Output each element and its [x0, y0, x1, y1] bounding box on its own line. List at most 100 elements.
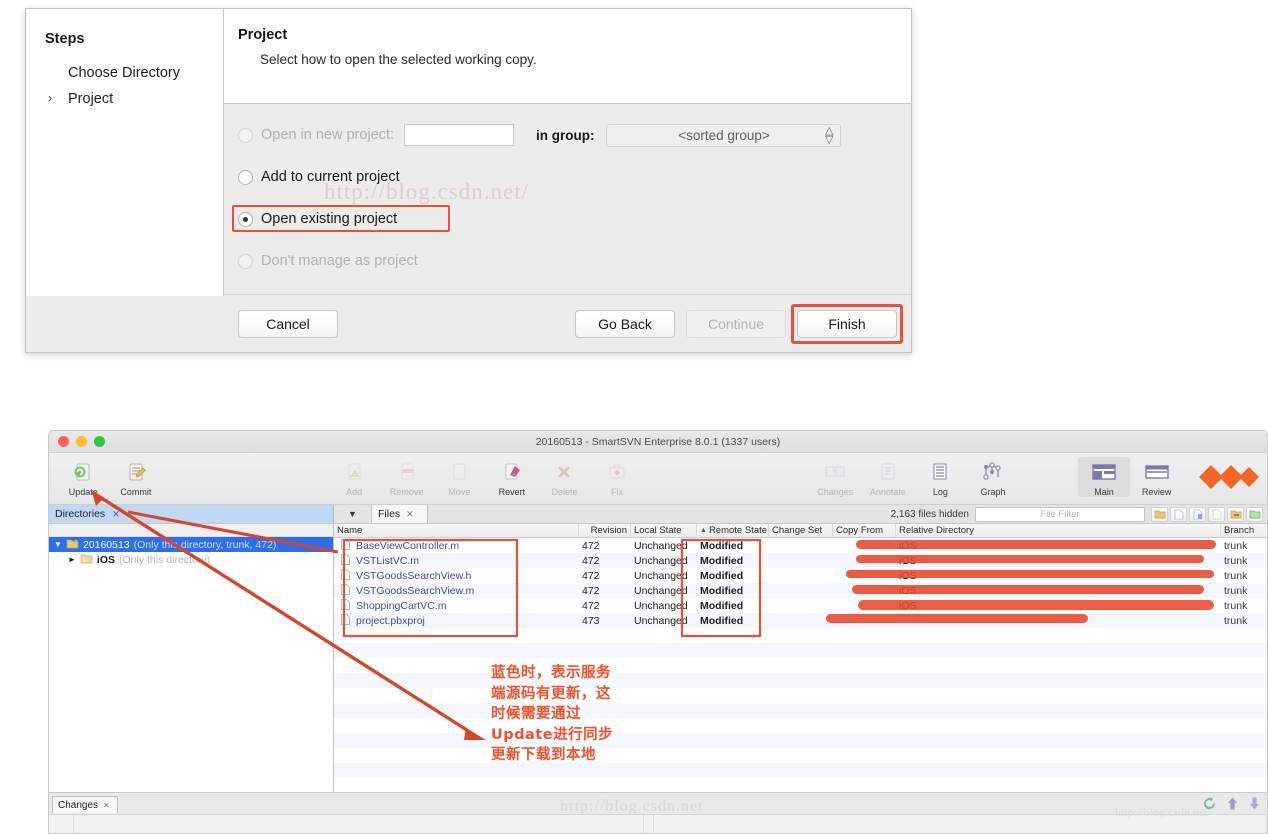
toolbar-delete-button[interactable]: Delete	[538, 457, 591, 497]
open-folder-icon[interactable]	[1151, 506, 1168, 522]
revision-cell: 473	[582, 614, 600, 627]
toolbar-remove-button[interactable]: Remove	[380, 457, 433, 497]
revision-cell: 472	[582, 554, 600, 567]
close-icon[interactable]: ✕	[406, 509, 414, 520]
branch-cell: trunk	[1224, 599, 1248, 612]
empty-row	[334, 733, 1267, 748]
column-header-branch[interactable]: Branch	[1221, 524, 1267, 537]
radio-selected-dot	[243, 216, 248, 222]
fix-icon	[606, 459, 628, 485]
column-header-revision[interactable]: Revision	[579, 524, 631, 537]
remote-state-cell: Modified	[700, 584, 744, 597]
column-header-relative-directory[interactable]: Relative Directory	[896, 524, 1221, 537]
radio-open-in-new-project[interactable]	[238, 127, 253, 143]
go-back-button[interactable]: Go Back	[575, 309, 675, 338]
file-name: ShoppingCartVC.m	[356, 599, 447, 612]
finish-button-wrapper: Finish	[791, 303, 903, 344]
next-change-icon[interactable]	[1248, 796, 1261, 816]
delete-icon	[553, 459, 575, 485]
toolbar-graph-button[interactable]: Graph	[967, 457, 1020, 497]
new-file-icon[interactable]	[1170, 506, 1187, 522]
files-column-header: Name Revision Local State ▲ Remote State…	[334, 524, 1267, 538]
toolbar-move-button[interactable]: Move	[433, 457, 486, 497]
column-header-remote-state[interactable]: ▲ Remote State	[697, 524, 769, 537]
document-icon	[341, 553, 350, 568]
files-pane: Name Revision Local State ▲ Remote State…	[334, 524, 1267, 808]
toolbar-main-layout-button[interactable]: Main	[1077, 457, 1131, 497]
changes-table-strip	[49, 814, 1267, 833]
window-title: 20160513 - SmartSVN Enterprise 8.0.1 (13…	[535, 435, 781, 448]
toolbar-changes-button[interactable]: Changes	[809, 457, 862, 497]
file-filter-input[interactable]: File Filter	[975, 506, 1145, 522]
branch-cell: trunk	[1224, 569, 1248, 582]
tree-item-detail: (Only this directory, trunk, 472)	[133, 538, 277, 551]
option-open-existing-project[interactable]: Open existing project	[232, 204, 911, 234]
annotation-note: 蓝色时，表示服务端源码有更新，这时候需要通过Update进行同步更新下载到本地	[491, 665, 614, 763]
tab-directories[interactable]: Directories ✕	[49, 505, 334, 523]
commit-icon	[125, 459, 147, 485]
column-header-local-state[interactable]: Local State	[631, 524, 697, 537]
tree-item-root[interactable]: ▼ 20160513 (Only this directory, trunk, …	[49, 537, 333, 552]
option-dont-manage-as-project[interactable]: Don't manage as project	[238, 246, 911, 276]
chevron-down-icon[interactable]: ▼	[54, 540, 62, 549]
document-icon	[341, 568, 350, 583]
document-icon	[341, 538, 350, 553]
toolbar-review-layout-button[interactable]: Review	[1130, 457, 1183, 497]
column-header-change-set[interactable]: Change Set	[769, 524, 833, 537]
previous-change-icon[interactable]	[1226, 796, 1239, 816]
smartsvn-logo-icon	[1197, 461, 1259, 493]
toolbar-fix-button[interactable]: Fix	[591, 457, 644, 497]
tab-changes[interactable]: Changes ✕	[52, 796, 118, 813]
radio-add-to-current-project[interactable]	[238, 169, 253, 185]
chevron-right-icon[interactable]: ►	[68, 555, 76, 564]
toolbar-log-button[interactable]: Log	[914, 457, 967, 497]
file-name-cell: VSTGoodsSearchView.h	[334, 568, 579, 583]
local-state-cell: Unchanged	[634, 569, 688, 582]
table-row[interactable]: project.pbxproj 473 Unchanged Modified t…	[334, 613, 1267, 628]
close-icon[interactable]: ✕	[103, 801, 110, 810]
file-name: VSTGoodsSearchView.m	[356, 584, 475, 597]
revert-icon	[501, 459, 523, 485]
tab-files[interactable]: Files ✕	[372, 505, 428, 523]
directories-menu-button[interactable]: ▼	[334, 505, 372, 523]
group-select[interactable]: <sorted group> △ ▽	[606, 123, 842, 147]
import-folder-icon[interactable]	[1246, 506, 1263, 522]
toolbar-annotate-button[interactable]: Annotate	[862, 457, 915, 497]
toolbar-label: Revert	[498, 487, 526, 497]
export-folder-icon[interactable]	[1227, 506, 1244, 522]
toolbar-label: Delete	[551, 487, 578, 497]
toolbar-revert-button[interactable]: Revert	[486, 457, 539, 497]
close-icon[interactable]: ✕	[112, 509, 120, 520]
wizard-steps-panel: Steps Choose Directory › Project	[26, 9, 224, 296]
file-name-cell: ShoppingCartVC.m	[334, 598, 579, 613]
wizard-step-choose-directory[interactable]: Choose Directory	[26, 60, 223, 86]
document-icon	[341, 613, 350, 628]
toolbar-add-button[interactable]: Add	[328, 457, 381, 497]
folder-icon	[66, 538, 79, 552]
column-header-name[interactable]: Name	[334, 524, 579, 537]
column-header-copy-from[interactable]: Copy From	[833, 524, 896, 537]
toolbar-update-button[interactable]: Update	[57, 457, 110, 497]
tab-label: Changes	[58, 799, 99, 811]
wizard-step-project[interactable]: › Project	[26, 86, 223, 112]
wizard-options-area: http://blog.csdn.net/ Open in new projec…	[224, 104, 911, 294]
window-titlebar: 20160513 - SmartSVN Enterprise 8.0.1 (13…	[49, 431, 1267, 453]
new-project-name-input[interactable]	[404, 124, 514, 146]
files-list: BaseViewController.m 472 Unchanged Modif…	[334, 538, 1267, 808]
file-name-cell: VSTGoodsSearchView.m	[334, 583, 579, 598]
option-open-in-new-project[interactable]: Open in new project: in group: <sorted g…	[238, 120, 911, 150]
wizard-content: Project Select how to open the selected …	[224, 9, 911, 352]
file-properties-icon[interactable]	[1189, 506, 1206, 522]
toolbar-commit-button[interactable]: Commit	[110, 457, 163, 497]
finish-button[interactable]: Finish	[797, 309, 897, 338]
blank-file-icon[interactable]	[1208, 506, 1225, 522]
file-name-cell: BaseViewController.m	[334, 538, 579, 553]
empty-row	[334, 718, 1267, 733]
radio-open-existing-project[interactable]	[238, 211, 253, 227]
radio-dont-manage-as-project[interactable]	[238, 253, 253, 269]
file-name: BaseViewController.m	[356, 539, 460, 552]
tree-item-ios[interactable]: ► iOS (Only this directory)	[49, 552, 333, 567]
cancel-button[interactable]: Cancel	[238, 309, 338, 338]
document-icon	[341, 598, 350, 613]
empty-row	[334, 703, 1267, 718]
